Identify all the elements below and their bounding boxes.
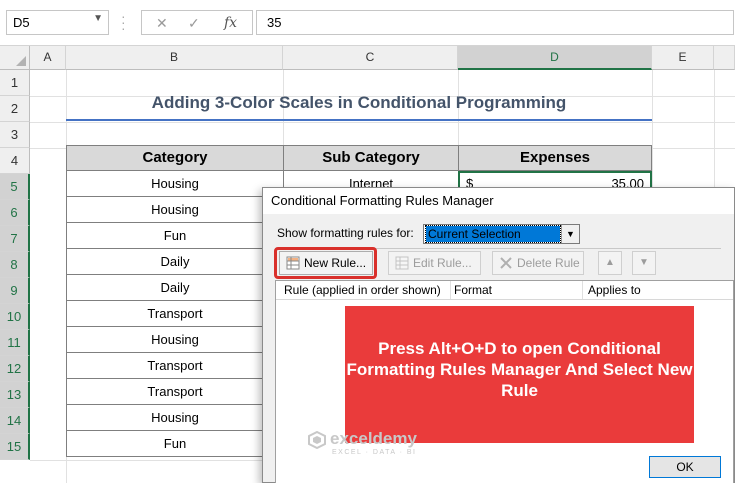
row-header[interactable]: 14 — [0, 408, 30, 434]
formula-input[interactable]: 35 — [256, 10, 734, 35]
column-divider — [450, 281, 451, 299]
row-header[interactable]: 15 — [0, 434, 30, 460]
category-cell[interactable]: Daily — [66, 275, 284, 301]
name-box[interactable]: D5 ▼ — [6, 10, 109, 35]
column-header-d[interactable]: D — [458, 46, 652, 70]
exceldemy-logo-icon — [308, 431, 326, 449]
chevron-down-icon[interactable]: ▼ — [93, 13, 103, 24]
category-cell[interactable]: Housing — [66, 327, 284, 353]
header-sub-category[interactable]: Sub Category — [283, 145, 459, 171]
category-cell[interactable]: Fun — [66, 431, 284, 457]
row-header[interactable]: 10 — [0, 304, 30, 330]
category-cell[interactable]: Housing — [66, 171, 284, 197]
category-cell[interactable]: Housing — [66, 197, 284, 223]
column-format[interactable]: Format — [454, 283, 492, 297]
move-up-icon[interactable]: ▲ — [598, 251, 622, 275]
dialog-title[interactable]: Conditional Formatting Rules Manager — [263, 188, 734, 214]
column-header-b[interactable]: B — [66, 46, 283, 70]
row-header[interactable]: 2 — [0, 96, 30, 122]
edit-rule-icon — [395, 256, 409, 270]
row-header[interactable]: 13 — [0, 382, 30, 408]
row-header[interactable]: 7 — [0, 226, 30, 252]
column-header-e[interactable]: E — [652, 46, 714, 70]
title-underline — [66, 119, 652, 121]
column-applies-to[interactable]: Applies to — [588, 283, 641, 297]
delete-rule-label: Delete Rule — [517, 256, 580, 270]
name-box-value: D5 — [13, 15, 30, 30]
edit-rule-label: Edit Rule... — [413, 256, 472, 270]
highlight-frame — [274, 247, 377, 279]
watermark-name: exceldemy — [330, 429, 417, 448]
category-cell[interactable]: Transport — [66, 379, 284, 405]
instruction-callout: Press Alt+O+D to open Conditional Format… — [345, 306, 694, 443]
category-cell[interactable]: Fun — [66, 223, 284, 249]
row-header[interactable]: 4 — [0, 148, 30, 174]
move-down-icon[interactable]: ▼ — [632, 251, 656, 275]
header-category[interactable]: Category — [66, 145, 284, 171]
edit-rule-button[interactable]: Edit Rule... — [388, 251, 481, 275]
insert-function-icon[interactable]: fx — [224, 15, 237, 31]
gridline — [30, 122, 735, 123]
show-rules-label: Show formatting rules for: — [277, 226, 414, 240]
category-cell[interactable]: Transport — [66, 353, 284, 379]
category-cell[interactable]: Housing — [66, 405, 284, 431]
delete-rule-button[interactable]: Delete Rule — [492, 251, 584, 275]
drag-handle-icon[interactable]: · · · — [121, 9, 126, 35]
rules-list[interactable]: Rule (applied in order shown) Format App… — [275, 280, 734, 483]
watermark-tagline: EXCEL · DATA · BI — [332, 449, 417, 456]
column-rule[interactable]: Rule (applied in order shown) — [284, 283, 441, 297]
row-header[interactable]: 1 — [0, 70, 30, 96]
column-header-f[interactable] — [714, 46, 735, 70]
chevron-down-icon[interactable]: ▼ — [561, 225, 579, 243]
sheet-title: Adding 3-Color Scales in Conditional Pro… — [151, 93, 567, 112]
row-header[interactable]: 12 — [0, 356, 30, 382]
enter-icon[interactable]: ✓ — [188, 15, 200, 32]
delete-icon — [500, 257, 512, 269]
row-header[interactable]: 6 — [0, 200, 30, 226]
row-header[interactable]: 11 — [0, 330, 30, 356]
show-rules-value: Current Selection — [425, 225, 561, 243]
row-header[interactable]: 8 — [0, 252, 30, 278]
cancel-icon[interactable]: ✕ — [156, 15, 168, 32]
column-header-c[interactable]: C — [283, 46, 458, 70]
show-rules-label-text: Show formatting rules for: — [277, 226, 414, 240]
formula-bar: D5 ▼ · · · ✕ ✓ fx 35 — [0, 0, 735, 46]
header-expenses[interactable]: Expenses — [458, 145, 652, 171]
category-cell[interactable]: Transport — [66, 301, 284, 327]
row-header[interactable]: 5 — [0, 174, 30, 200]
show-rules-select[interactable]: Current Selection ▼ — [423, 224, 580, 244]
column-header-a[interactable]: A — [30, 46, 66, 70]
formula-buttons: ✕ ✓ fx — [141, 10, 253, 35]
row-header[interactable]: 9 — [0, 278, 30, 304]
rules-manager-dialog: Conditional Formatting Rules Manager Sho… — [262, 187, 735, 483]
category-cell[interactable]: Daily — [66, 249, 284, 275]
rules-list-header: Rule (applied in order shown) Format App… — [276, 281, 733, 300]
ok-button[interactable]: OK — [649, 456, 721, 478]
row-header[interactable]: 3 — [0, 122, 30, 148]
select-all-corner[interactable] — [0, 46, 30, 70]
column-divider — [582, 281, 583, 299]
